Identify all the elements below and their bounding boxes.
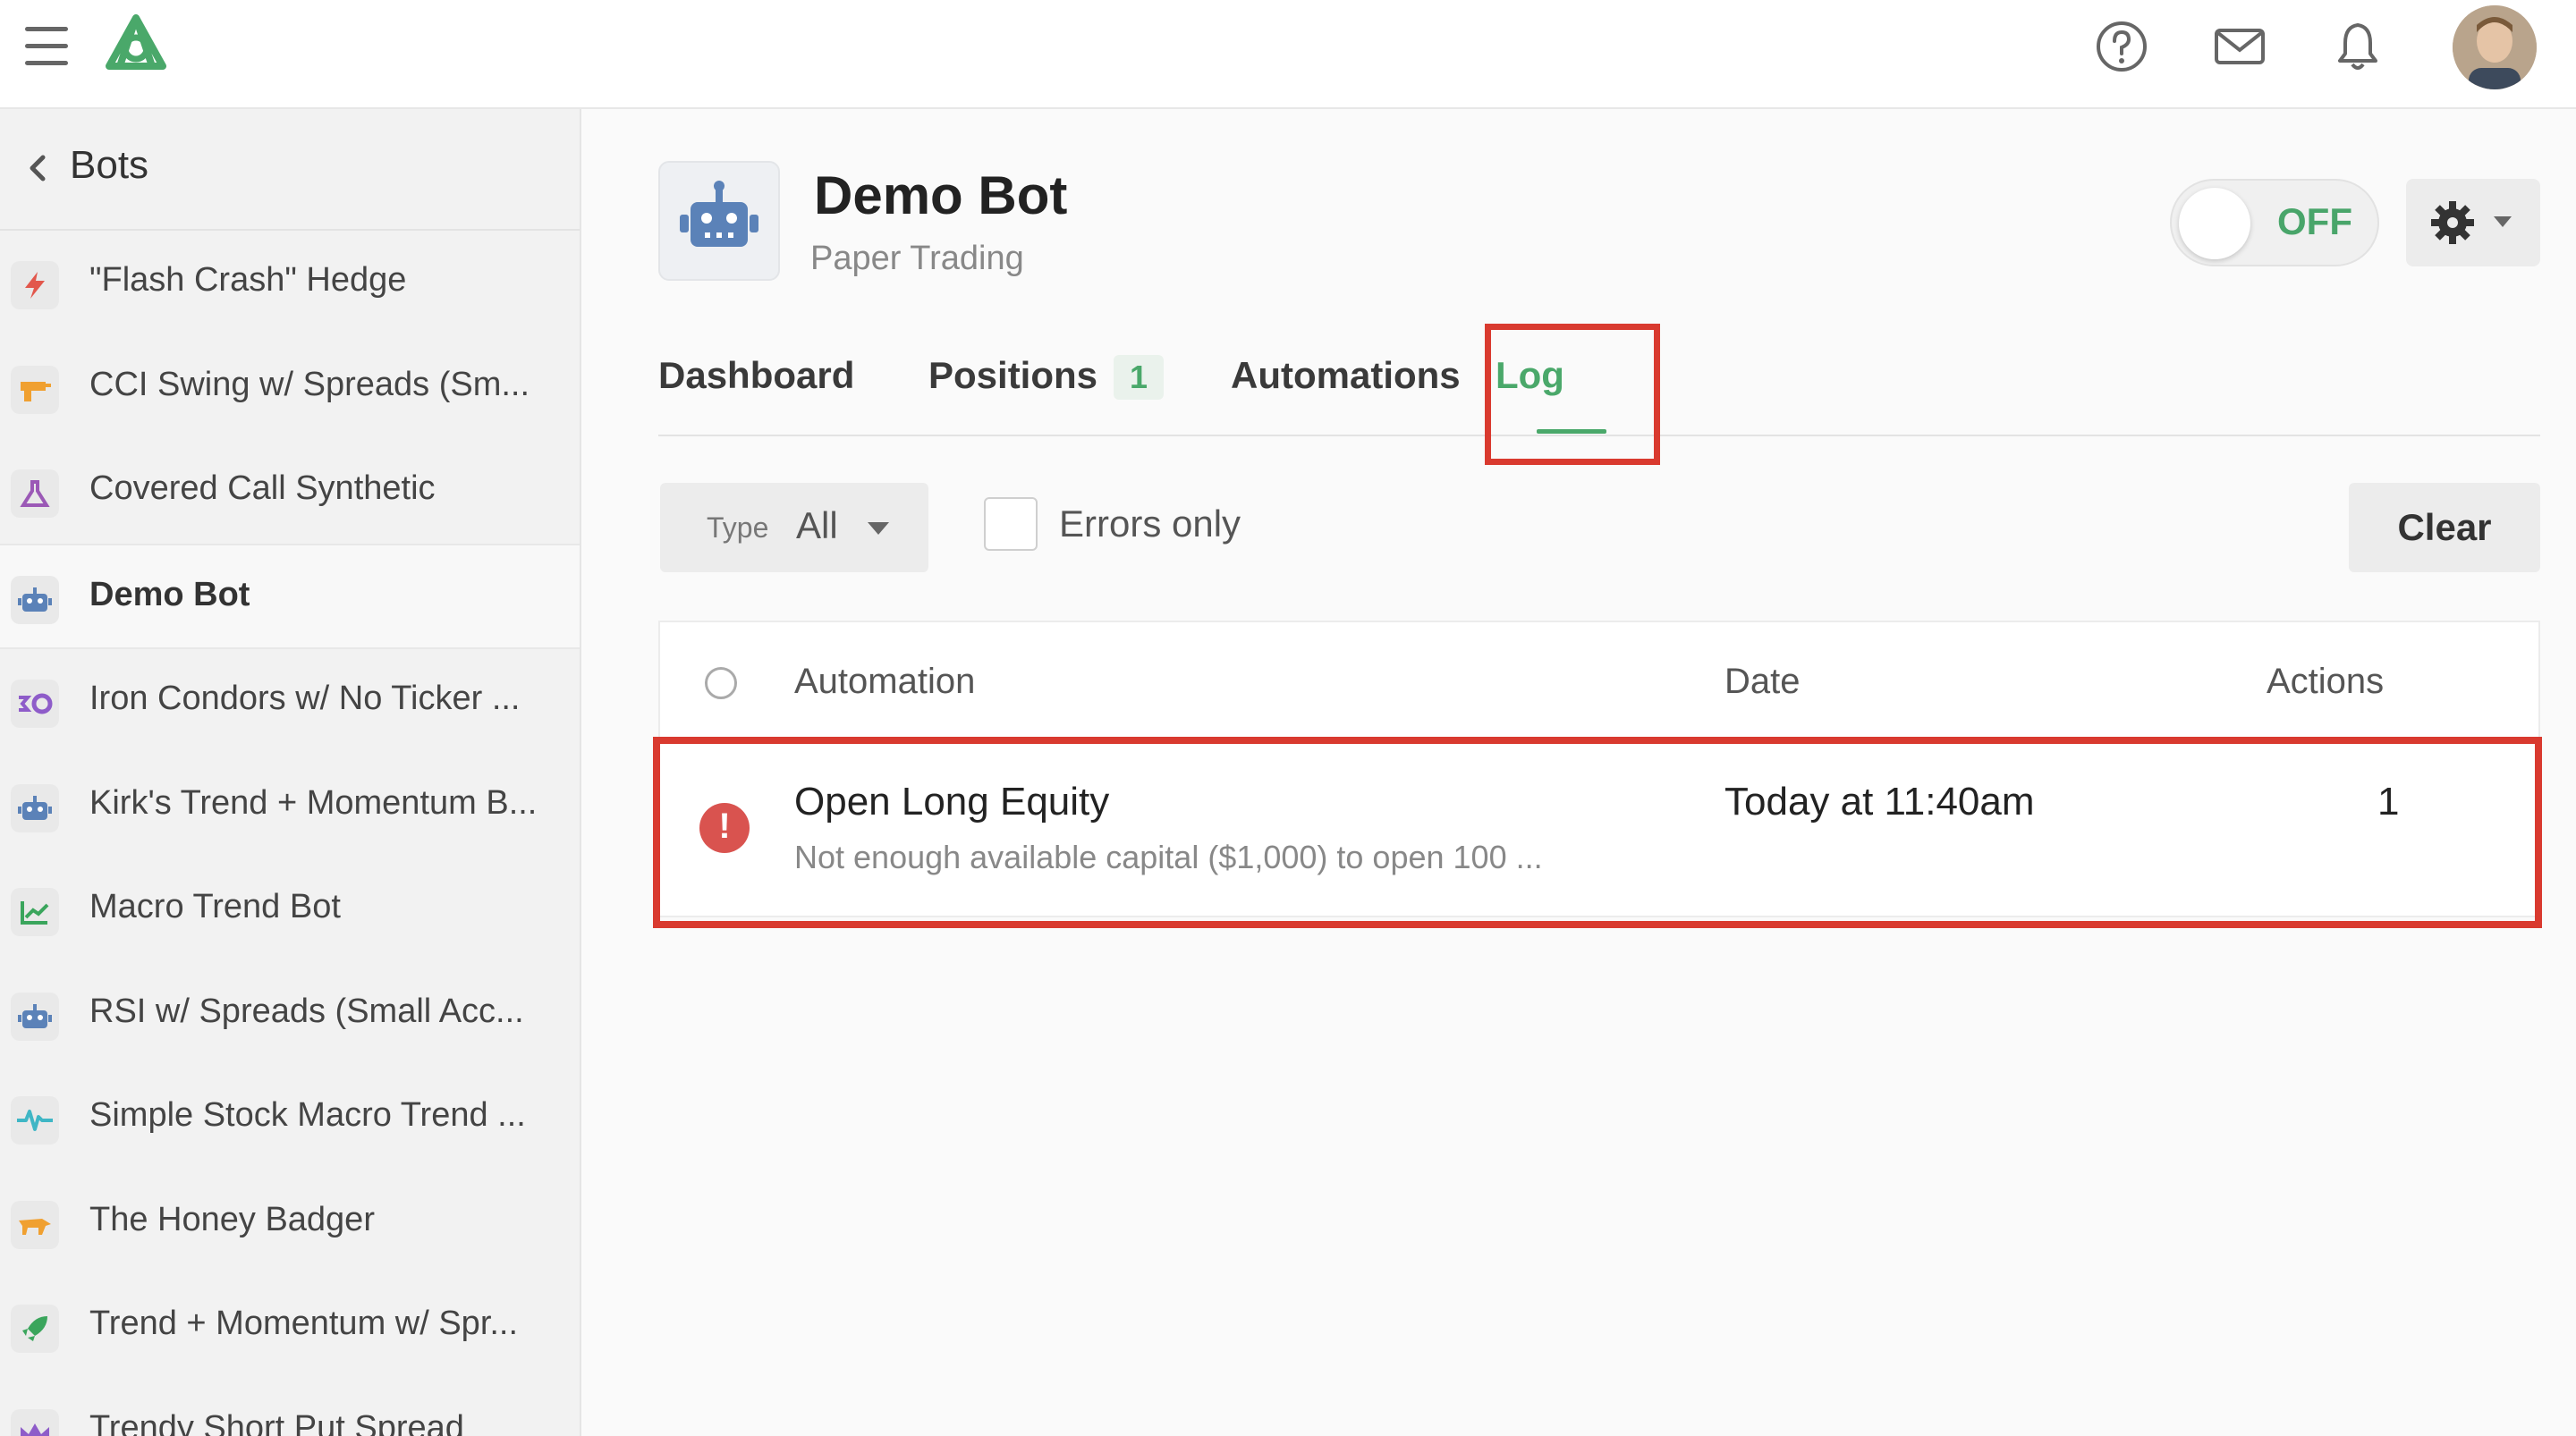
error-icon — [699, 803, 750, 853]
table-header: Automation Date Actions — [660, 622, 2538, 744]
avatar[interactable] — [2453, 5, 2537, 89]
tab-automations[interactable]: Automations — [1231, 354, 1461, 397]
back-label: Bots — [70, 143, 149, 187]
bot-subtitle: Paper Trading — [810, 240, 1024, 277]
bot-avatar — [658, 161, 780, 281]
table-row-detail: Not enough available capital ($1,000) to… — [794, 839, 1543, 875]
crown-icon — [11, 1408, 59, 1436]
blaster-icon — [11, 365, 59, 414]
column-header-automation[interactable]: Automation — [794, 662, 975, 702]
sidebar-item-flash-crash-hedge[interactable]: "Flash Crash" Hedge — [0, 231, 580, 335]
clear-button[interactable]: Clear — [2349, 483, 2540, 572]
sidebar-item-label: "Flash Crash" Hedge — [89, 261, 407, 299]
sidebar-item-macro-trend-bot[interactable]: Macro Trend Bot — [0, 857, 580, 962]
sidebar-item-label: Kirk's Trend + Momentum B... — [89, 783, 538, 822]
sidebar-item-cci-swing[interactable]: CCI Swing w/ Spreads (Sm... — [0, 335, 580, 440]
sidebar-item-trendy-short-put[interactable]: Trendy Short Put Spread — [0, 1379, 580, 1436]
type-filter-key: Type — [707, 511, 769, 544]
sidebar-item-label: RSI w/ Spreads (Small Acc... — [89, 992, 524, 1030]
top-bar — [0, 0, 2576, 109]
table-row-actions[interactable]: 1 — [2377, 780, 2399, 824]
sidebar-item-label: Macro Trend Bot — [89, 888, 341, 925]
type-filter-dropdown[interactable]: Type All — [660, 483, 928, 572]
tab-label: Positions — [928, 354, 1098, 396]
highlight-log-tab — [1485, 324, 1660, 465]
errors-only-checkbox[interactable] — [984, 497, 1038, 551]
tab-dashboard[interactable]: Dashboard — [658, 354, 854, 397]
sidebar-item-simple-stock-macro[interactable]: Simple Stock Macro Trend ... — [0, 1066, 580, 1170]
chart-line-icon — [11, 888, 59, 936]
bell-icon[interactable] — [2329, 18, 2386, 75]
flask-icon — [11, 469, 59, 518]
robot-icon — [680, 181, 758, 247]
sidebar-item-trend-momentum[interactable]: Trend + Momentum w/ Spr... — [0, 1274, 580, 1379]
robot-icon — [11, 783, 59, 832]
sidebar-item-label: Trendy Short Put Spread — [89, 1408, 464, 1436]
sidebar-item-label: Trend + Momentum w/ Spr... — [89, 1305, 519, 1342]
caret-down-icon — [868, 522, 889, 535]
mail-icon[interactable] — [2211, 18, 2268, 75]
type-filter-value: All — [796, 504, 838, 546]
select-all-radio[interactable] — [705, 667, 737, 699]
sidebar: Bots "Flash Crash" Hedge CCI Swing w/ Sp… — [0, 109, 581, 1436]
menu-icon[interactable] — [25, 27, 68, 66]
robot-icon — [11, 992, 59, 1041]
badger-icon — [11, 1200, 59, 1249]
tab-positions[interactable]: Positions 1 — [928, 354, 1165, 400]
table-row-automation[interactable]: Open Long Equity — [794, 780, 1109, 824]
sidebar-item-label: The Honey Badger — [89, 1200, 375, 1238]
back-to-bots[interactable]: Bots — [0, 109, 580, 231]
robot-icon — [11, 575, 59, 624]
toggle-knob — [2179, 188, 2250, 259]
help-icon[interactable] — [2093, 18, 2150, 75]
sidebar-item-label: Simple Stock Macro Trend ... — [89, 1096, 526, 1134]
main-content: Demo Bot Paper Trading OFF Dashboard Pos… — [610, 109, 2576, 1436]
pulse-icon — [11, 1096, 59, 1145]
sidebar-item-label: Demo Bot — [89, 575, 250, 613]
chevron-down-icon — [2494, 216, 2512, 227]
logo-icon[interactable] — [100, 13, 172, 77]
sidebar-item-honey-badger[interactable]: The Honey Badger — [0, 1170, 580, 1275]
toggle-label: OFF — [2277, 200, 2352, 242]
iron-condor-icon — [11, 680, 59, 728]
table-row-date: Today at 11:40am — [1724, 780, 2035, 824]
sidebar-item-rsi-spreads[interactable]: RSI w/ Spreads (Small Acc... — [0, 962, 580, 1067]
column-header-date[interactable]: Date — [1724, 662, 1801, 702]
positions-count-badge: 1 — [1114, 355, 1165, 400]
errors-only-label[interactable]: Errors only — [1059, 503, 1241, 545]
log-table: Automation Date Actions Open Long Equity… — [658, 621, 2540, 917]
sidebar-item-demo-bot[interactable]: Demo Bot — [0, 543, 580, 649]
lightning-icon — [11, 261, 59, 309]
sidebar-item-kirks-trend[interactable]: Kirk's Trend + Momentum B... — [0, 754, 580, 858]
settings-dropdown-button[interactable] — [2406, 179, 2540, 266]
page-title: Demo Bot — [814, 165, 1068, 225]
sidebar-item-label: CCI Swing w/ Spreads (Sm... — [89, 365, 530, 403]
bot-power-toggle[interactable]: OFF — [2170, 179, 2379, 266]
gear-icon — [2431, 201, 2474, 244]
chevron-left-icon — [30, 155, 46, 182]
column-header-actions[interactable]: Actions — [2267, 662, 2384, 702]
sidebar-item-iron-condors[interactable]: Iron Condors w/ No Ticker ... — [0, 649, 580, 754]
sidebar-item-label: Covered Call Synthetic — [89, 469, 436, 507]
rocket-icon — [11, 1305, 59, 1353]
sidebar-item-label: Iron Condors w/ No Ticker ... — [89, 680, 521, 717]
sidebar-item-covered-call-synthetic[interactable]: Covered Call Synthetic — [0, 439, 580, 544]
